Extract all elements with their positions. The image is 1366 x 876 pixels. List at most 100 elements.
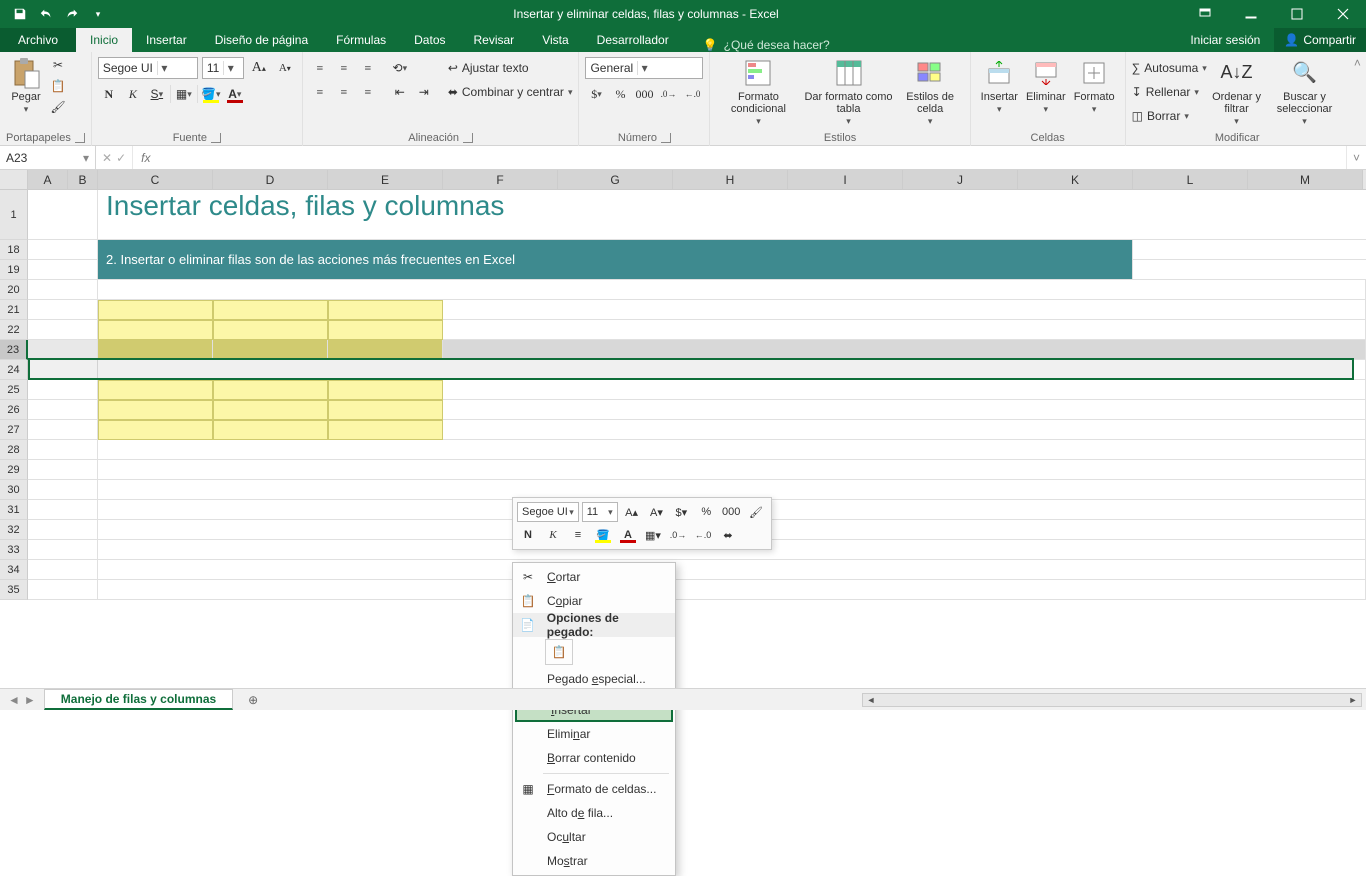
row-header-34[interactable]: 34 <box>0 560 28 580</box>
col-header-I[interactable]: I <box>788 170 903 189</box>
merge-center-button[interactable]: ⬌Combinar y centrar▾ <box>448 81 573 103</box>
format-painter-icon[interactable]: 🖌 <box>48 97 68 117</box>
fill-color-icon[interactable]: 🪣▾ <box>200 83 222 105</box>
cut-icon[interactable]: ✂ <box>48 55 68 75</box>
mini-font-color-icon[interactable]: A <box>617 525 639 545</box>
copy-icon[interactable]: 📋 <box>48 76 68 96</box>
tab-developer[interactable]: Desarrollador <box>583 28 683 52</box>
maximize-icon[interactable] <box>1274 0 1320 28</box>
cell-styles-button[interactable]: Estilos de celda▾ <box>897 55 964 129</box>
row-header-21[interactable]: 21 <box>0 300 28 320</box>
mini-font-combo[interactable]: Segoe UI▾ <box>517 502 579 522</box>
col-header-H[interactable]: H <box>673 170 788 189</box>
row-header-33[interactable]: 33 <box>0 540 28 560</box>
tab-review[interactable]: Revisar <box>460 28 529 52</box>
number-format-combo[interactable]: General▾ <box>585 57 703 79</box>
row-header-22[interactable]: 22 <box>0 320 28 340</box>
share-button[interactable]: 👤 Compartir <box>1274 28 1366 52</box>
mini-shrink-font-icon[interactable]: A▾ <box>646 502 668 522</box>
tab-data[interactable]: Datos <box>400 28 459 52</box>
horizontal-scrollbar[interactable]: ◄► <box>862 693 1362 707</box>
italic-button[interactable]: K <box>122 83 144 105</box>
paste-button[interactable]: Pegar ▾ <box>6 55 46 117</box>
col-header-L[interactable]: L <box>1133 170 1248 189</box>
add-sheet-button[interactable]: ⊕ <box>241 690 265 710</box>
formula-input[interactable] <box>158 146 1346 169</box>
dialog-launcher-clipboard[interactable] <box>75 133 85 143</box>
qat-customize-icon[interactable]: ▾ <box>86 3 110 25</box>
align-center-icon[interactable]: ≡ <box>333 81 355 103</box>
cancel-formula-icon[interactable]: ✕ <box>102 151 112 165</box>
col-header-J[interactable]: J <box>903 170 1018 189</box>
tab-view[interactable]: Vista <box>528 28 582 52</box>
col-header-F[interactable]: F <box>443 170 558 189</box>
align-bottom-icon[interactable]: ≡ <box>357 57 379 79</box>
col-header-A[interactable]: A <box>28 170 68 189</box>
collapse-ribbon-icon[interactable]: ˄ <box>1349 52 1366 145</box>
row-header-29[interactable]: 29 <box>0 460 28 480</box>
increase-decimal-icon[interactable]: .0→ <box>657 83 679 105</box>
save-icon[interactable] <box>8 3 32 25</box>
enter-formula-icon[interactable]: ✓ <box>116 151 126 165</box>
autosum-button[interactable]: ∑Autosuma▾ <box>1132 57 1207 79</box>
grow-font-icon[interactable]: A▴ <box>248 57 270 79</box>
insert-cells-button[interactable]: Insertar▾ <box>977 55 1022 117</box>
sign-in[interactable]: Iniciar sesión <box>1176 28 1274 52</box>
percent-format-icon[interactable]: % <box>609 83 631 105</box>
format-cells-button[interactable]: Formato▾ <box>1070 55 1119 117</box>
shrink-font-icon[interactable]: A▾ <box>274 57 296 79</box>
accounting-format-icon[interactable]: $▾ <box>585 83 607 105</box>
fx-icon[interactable]: fx <box>133 146 158 169</box>
font-name-combo[interactable]: Segoe UI▾ <box>98 57 198 79</box>
orientation-icon[interactable]: ⟲▾ <box>389 57 411 79</box>
col-header-M[interactable]: M <box>1248 170 1363 189</box>
sheet-nav-prev-icon[interactable]: ◄ <box>8 693 20 707</box>
mini-fill-color-icon[interactable]: 🪣 <box>592 525 614 545</box>
align-top-icon[interactable]: ≡ <box>309 57 331 79</box>
decrease-decimal-icon[interactable]: ←.0 <box>681 83 703 105</box>
mini-grow-font-icon[interactable]: A▴ <box>621 502 643 522</box>
ctx-show[interactable]: Mostrar <box>513 849 675 873</box>
tab-file[interactable]: Archivo <box>0 28 76 52</box>
font-color-icon[interactable]: A▾ <box>224 83 246 105</box>
row-header-25[interactable]: 25 <box>0 380 28 400</box>
tab-page-layout[interactable]: Diseño de página <box>201 28 322 52</box>
col-header-G[interactable]: G <box>558 170 673 189</box>
tab-insert[interactable]: Insertar <box>132 28 201 52</box>
col-header-E[interactable]: E <box>328 170 443 189</box>
ctx-copy[interactable]: 📋Copiar <box>513 589 675 613</box>
comma-format-icon[interactable]: 000 <box>633 83 655 105</box>
align-middle-icon[interactable]: ≡ <box>333 57 355 79</box>
row-header-30[interactable]: 30 <box>0 480 28 500</box>
tab-formulas[interactable]: Fórmulas <box>322 28 400 52</box>
mini-merge-icon[interactable]: ⬌ <box>717 525 739 545</box>
fill-button[interactable]: ↧Rellenar▾ <box>1132 81 1207 103</box>
format-table-button[interactable]: Dar formato como tabla▾ <box>800 55 896 129</box>
mini-align-icon[interactable]: ≡ <box>567 525 589 545</box>
ctx-clear-contents[interactable]: Borrar contenido <box>513 746 675 770</box>
row-header-27[interactable]: 27 <box>0 420 28 440</box>
align-right-icon[interactable]: ≡ <box>357 81 379 103</box>
row-header-31[interactable]: 31 <box>0 500 28 520</box>
borders-icon[interactable]: ▦▾ <box>173 83 195 105</box>
row-header-35[interactable]: 35 <box>0 580 28 600</box>
find-select-button[interactable]: 🔍Buscar y seleccionar▾ <box>1266 55 1342 129</box>
wrap-text-button[interactable]: ↩Ajustar texto <box>448 57 573 79</box>
sort-filter-button[interactable]: A↓ZOrdenar y filtrar▾ <box>1207 55 1267 129</box>
row-header-24[interactable]: 24 <box>0 360 28 380</box>
mini-inc-decimal-icon[interactable]: .0→ <box>667 525 689 545</box>
bold-button[interactable]: N <box>98 83 120 105</box>
expand-formula-bar-icon[interactable]: ˅ <box>1346 146 1366 169</box>
mini-size-combo[interactable]: 11▾ <box>582 502 618 522</box>
align-left-icon[interactable]: ≡ <box>309 81 331 103</box>
ctx-delete[interactable]: Eliminar <box>513 722 675 746</box>
undo-icon[interactable] <box>34 3 58 25</box>
row-header-20[interactable]: 20 <box>0 280 28 300</box>
ribbon-options-icon[interactable] <box>1182 0 1228 28</box>
font-size-combo[interactable]: 11▾ <box>202 57 244 79</box>
row-header-19[interactable]: 19 <box>0 260 28 280</box>
col-header-D[interactable]: D <box>213 170 328 189</box>
mini-accounting-icon[interactable]: $▾ <box>670 502 692 522</box>
ctx-row-height[interactable]: Alto de fila... <box>513 801 675 825</box>
close-icon[interactable] <box>1320 0 1366 28</box>
